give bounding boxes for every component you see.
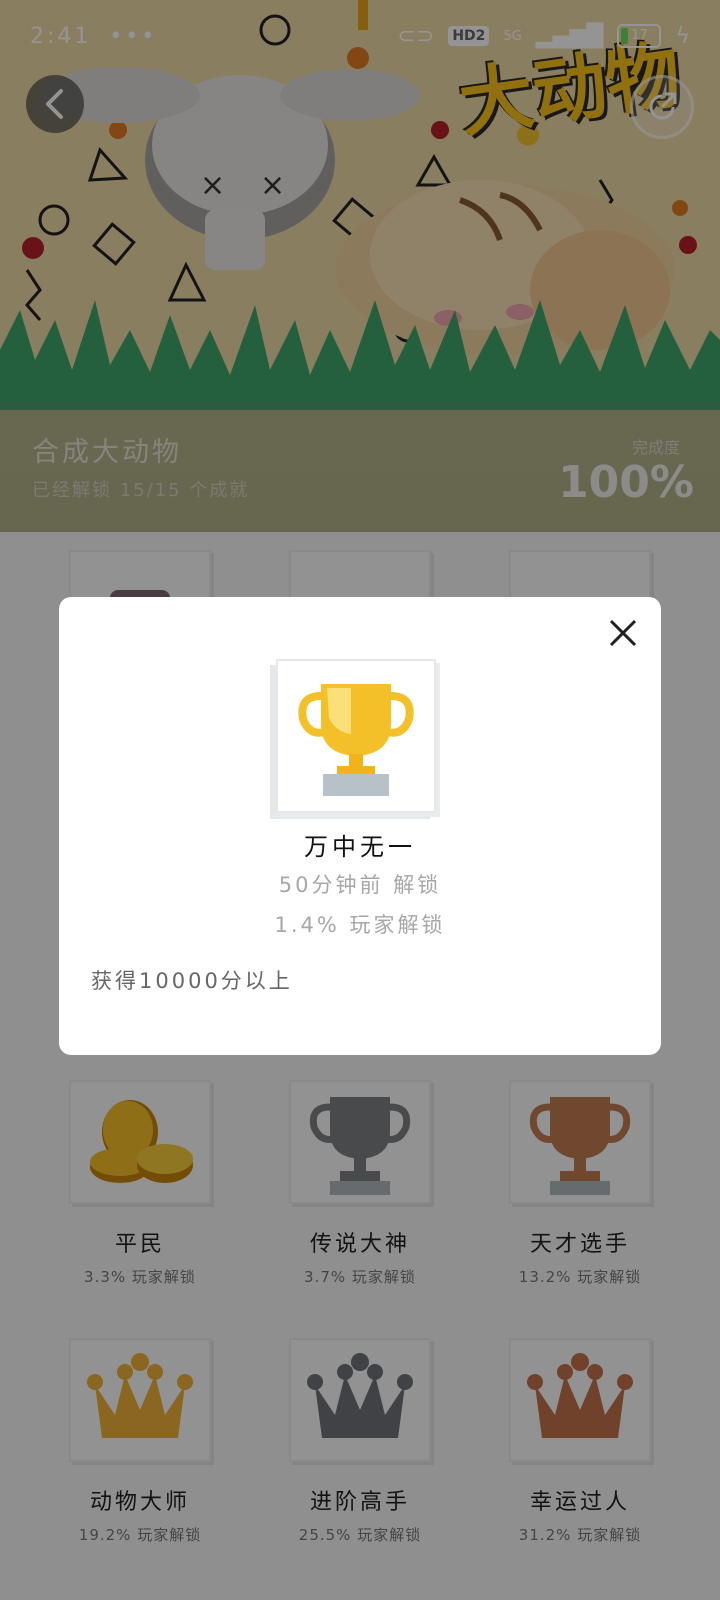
unlock-ratio: 1.4% 玩家解锁 [274,913,446,937]
close-icon [609,619,637,647]
dialog-title: 万中无一 [304,833,416,861]
close-button[interactable] [603,613,643,653]
unlock-time: 50分钟前 解锁 [278,873,442,897]
achievement-detail-dialog: 万中无一 50分钟前 解锁 1.4% 玩家解锁 获得10000分以上 [59,597,661,1055]
achievement-icon-frame [276,659,436,813]
achievement-description: 获得10000分以上 [91,969,293,993]
gold-trophy-icon [298,683,414,796]
